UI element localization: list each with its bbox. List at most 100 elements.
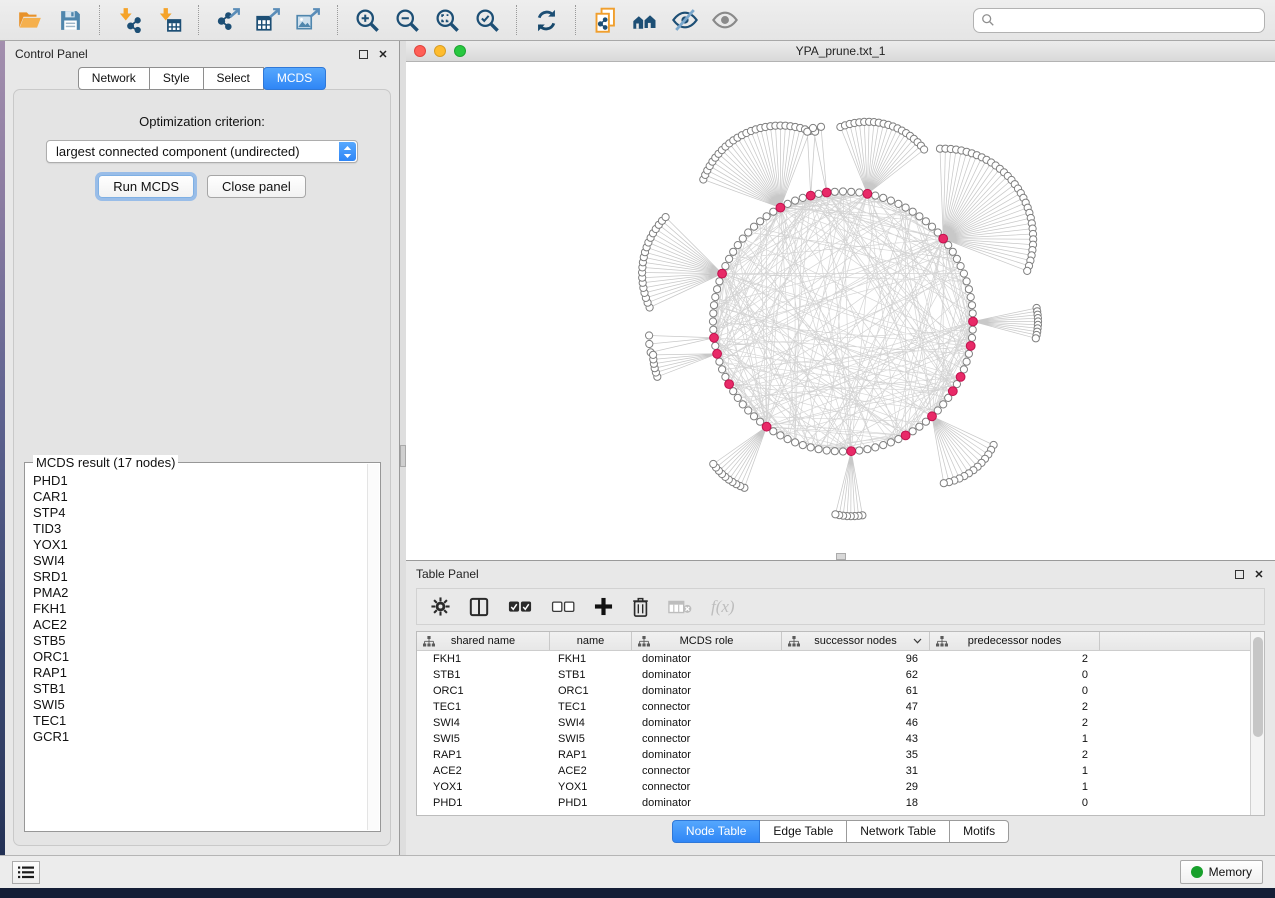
network-node[interactable] — [815, 190, 822, 197]
network-mcds-node[interactable] — [713, 349, 722, 358]
network-node[interactable] — [895, 200, 902, 207]
network-node[interactable] — [710, 326, 717, 333]
new-network-from-selection-button[interactable] — [585, 3, 625, 37]
mcds-result-item[interactable]: SWI4 — [33, 553, 366, 569]
network-mcds-node[interactable] — [776, 203, 785, 212]
network-node[interactable] — [872, 192, 879, 199]
network-node[interactable] — [734, 242, 741, 249]
network-mcds-node[interactable] — [822, 188, 831, 197]
tab-network[interactable]: Network — [78, 67, 150, 90]
network-node[interactable] — [817, 123, 824, 130]
zoom-out-button[interactable] — [387, 3, 427, 37]
table-scrollbar-thumb[interactable] — [1253, 637, 1263, 737]
network-node[interactable] — [916, 423, 923, 430]
mcds-result-item[interactable]: TEC1 — [33, 713, 366, 729]
zoom-in-button[interactable] — [347, 3, 387, 37]
export-image-button[interactable] — [288, 3, 328, 37]
network-node[interactable] — [887, 439, 894, 446]
table-scrollbar[interactable] — [1250, 632, 1264, 815]
network-node[interactable] — [730, 248, 737, 255]
panel-menu-button[interactable] — [12, 861, 40, 884]
first-neighbors-button[interactable] — [625, 3, 665, 37]
network-node[interactable] — [734, 394, 741, 401]
network-node[interactable] — [646, 340, 653, 347]
network-node[interactable] — [709, 318, 716, 325]
network-mcds-node[interactable] — [710, 333, 719, 342]
network-node[interactable] — [963, 278, 970, 285]
column-header-MCDS-role[interactable]: MCDS role — [632, 632, 782, 650]
network-mcds-node[interactable] — [956, 373, 965, 382]
network-node[interactable] — [1032, 335, 1039, 342]
network-node[interactable] — [969, 310, 976, 317]
horizontal-splitter-handle[interactable] — [836, 553, 846, 560]
mcds-result-item[interactable]: STB1 — [33, 681, 366, 697]
network-node[interactable] — [722, 263, 729, 270]
network-node[interactable] — [864, 446, 871, 453]
network-node[interactable] — [953, 255, 960, 262]
network-mcds-node[interactable] — [969, 317, 978, 326]
table-settings-gear-button[interactable] — [431, 597, 450, 616]
mcds-result-item[interactable]: RAP1 — [33, 665, 366, 681]
tab-mcds[interactable]: MCDS — [263, 67, 326, 90]
mcds-result-item[interactable]: CAR1 — [33, 489, 366, 505]
add-column-button[interactable] — [594, 597, 613, 616]
network-node[interactable] — [839, 188, 846, 195]
table-row[interactable]: YOX1YOX1connector291 — [417, 779, 1264, 795]
mcds-result-item[interactable]: GCR1 — [33, 729, 366, 745]
network-node[interactable] — [949, 248, 956, 255]
optimization-criterion-select[interactable]: largest connected component (undirected) — [46, 140, 358, 163]
mcds-result-item[interactable]: STP4 — [33, 505, 366, 521]
network-node[interactable] — [712, 294, 719, 301]
network-node[interactable] — [887, 197, 894, 204]
import-table-button[interactable] — [149, 3, 189, 37]
network-node[interactable] — [969, 326, 976, 333]
network-node[interactable] — [712, 342, 719, 349]
save-session-button[interactable] — [50, 3, 90, 37]
tab-node-table[interactable]: Node Table — [672, 820, 761, 843]
mcds-result-item[interactable]: STB5 — [33, 633, 366, 649]
tab-style[interactable]: Style — [150, 67, 204, 90]
network-mcds-node[interactable] — [762, 422, 771, 431]
select-all-rows-button[interactable] — [508, 600, 532, 614]
network-node[interactable] — [921, 146, 928, 153]
network-node[interactable] — [809, 124, 816, 131]
run-mcds-button[interactable]: Run MCDS — [98, 175, 194, 198]
network-node[interactable] — [960, 366, 967, 373]
network-mcds-node[interactable] — [847, 447, 856, 456]
close-table-panel-icon[interactable]: ✕ — [1253, 568, 1265, 580]
network-node[interactable] — [832, 511, 839, 518]
column-header-successor-nodes[interactable]: successor nodes — [782, 632, 930, 650]
mcds-result-item[interactable]: PMA2 — [33, 585, 366, 601]
network-mcds-node[interactable] — [901, 431, 910, 440]
network-node[interactable] — [968, 302, 975, 309]
network-node[interactable] — [745, 229, 752, 236]
network-node[interactable] — [967, 294, 974, 301]
network-node[interactable] — [807, 444, 814, 451]
deselect-all-rows-button[interactable] — [551, 600, 575, 614]
network-mcds-node[interactable] — [725, 380, 734, 389]
network-mcds-node[interactable] — [718, 269, 727, 278]
network-mcds-node[interactable] — [863, 189, 872, 198]
refresh-layout-button[interactable] — [526, 3, 566, 37]
network-mcds-node[interactable] — [928, 412, 937, 421]
network-view[interactable] — [406, 62, 1275, 560]
network-node[interactable] — [777, 432, 784, 439]
network-node[interactable] — [719, 366, 726, 373]
zoom-selected-button[interactable] — [467, 3, 507, 37]
column-header-name[interactable]: name — [550, 632, 632, 650]
network-node[interactable] — [823, 447, 830, 454]
show-all-button[interactable] — [705, 3, 745, 37]
mcds-result-list[interactable]: PHD1CAR1STP4TID3YOX1SWI4SRD1PMA2FKH1ACE2… — [33, 473, 366, 829]
network-node[interactable] — [750, 413, 757, 420]
network-node[interactable] — [739, 401, 746, 408]
delete-column-button[interactable] — [632, 597, 649, 617]
network-mcds-node[interactable] — [966, 342, 975, 351]
network-node[interactable] — [928, 223, 935, 230]
network-node[interactable] — [872, 444, 879, 451]
network-node[interactable] — [880, 194, 887, 201]
network-node[interactable] — [745, 407, 752, 414]
mcds-result-item[interactable]: FKH1 — [33, 601, 366, 617]
network-node[interactable] — [831, 448, 838, 455]
network-node[interactable] — [763, 213, 770, 220]
column-header-predecessor-nodes[interactable]: predecessor nodes — [930, 632, 1100, 650]
